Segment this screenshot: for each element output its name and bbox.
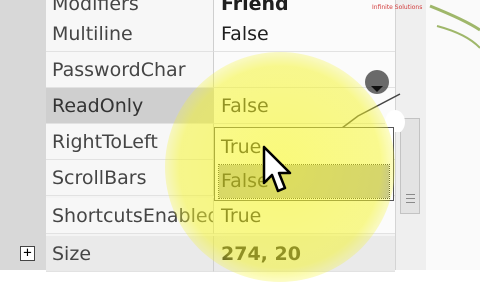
background-panel [425, 0, 480, 270]
property-value[interactable]: False [214, 16, 395, 52]
property-row-shortcutsenabled[interactable]: ShortcutsEnabled True [46, 198, 395, 234]
property-name: RightToLeft [46, 124, 214, 160]
property-row-size[interactable]: Size 274, 20 [46, 236, 395, 272]
property-name: Size [46, 236, 214, 272]
mouse-cursor-icon [262, 145, 292, 193]
property-name: Multiline [46, 16, 214, 52]
decorative-swirl [429, 4, 480, 49]
category-gutter [0, 0, 46, 270]
property-value[interactable]: True [214, 198, 395, 234]
property-name: ShortcutsEnabled [46, 198, 214, 234]
thumb-grip [406, 194, 415, 195]
thumb-grip [406, 202, 415, 203]
dropdown-list: True False [214, 127, 394, 201]
scrollbar-thumb[interactable] [400, 118, 420, 214]
watermark-text: Infinite Solutions [372, 4, 423, 11]
dropdown-option-false[interactable]: False [218, 164, 390, 199]
property-name: PasswordChar [46, 52, 214, 88]
property-name: ScrollBars [46, 160, 214, 196]
property-row-passwordchar[interactable]: PasswordChar [46, 52, 395, 88]
plus-box-icon[interactable]: + [20, 246, 35, 261]
dropdown-scrollbar[interactable] [395, 0, 426, 270]
thumb-grip [406, 198, 415, 199]
property-value[interactable]: 274, 20 [214, 236, 395, 272]
property-row-multiline[interactable]: Multiline False [46, 16, 395, 52]
property-name: ReadOnly [46, 88, 214, 124]
dropdown-outline [341, 93, 405, 132]
dropdown-option-true[interactable]: True [219, 131, 389, 164]
